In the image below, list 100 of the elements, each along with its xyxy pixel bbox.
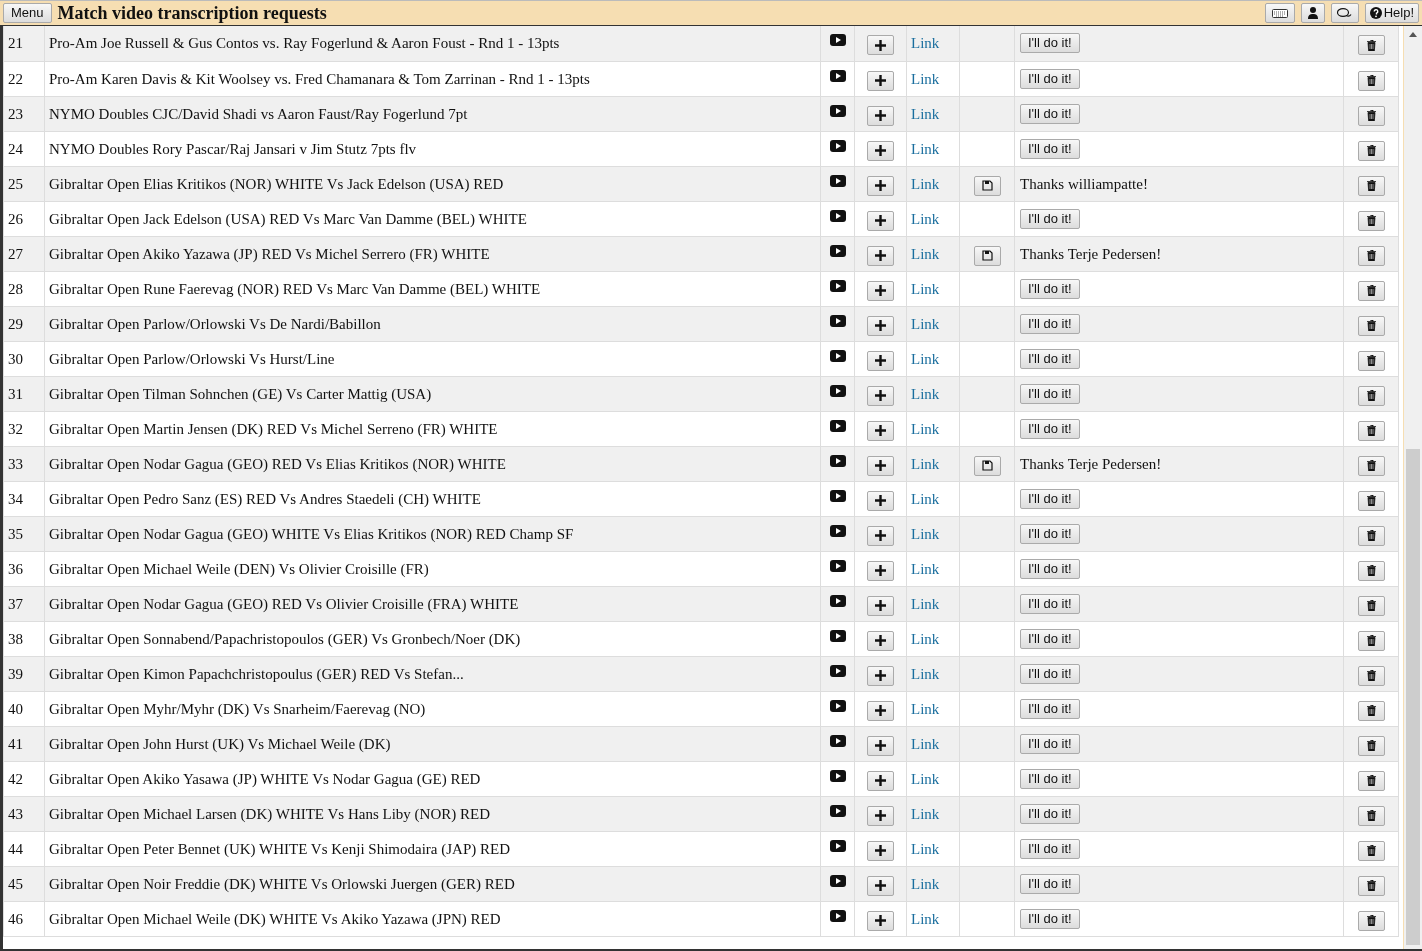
video-link[interactable]: Link bbox=[911, 455, 940, 472]
add-button[interactable] bbox=[867, 350, 894, 371]
add-button[interactable] bbox=[867, 525, 894, 546]
delete-button[interactable] bbox=[1357, 595, 1385, 616]
add-button[interactable] bbox=[867, 140, 894, 161]
user-button[interactable] bbox=[1300, 3, 1325, 23]
help-button[interactable]: Help! bbox=[1364, 3, 1419, 23]
video-link[interactable]: Link bbox=[911, 770, 940, 787]
volunteer-button[interactable]: I'll do it! bbox=[1020, 33, 1080, 53]
delete-button[interactable] bbox=[1357, 910, 1385, 931]
delete-button[interactable] bbox=[1357, 385, 1385, 406]
volunteer-button[interactable]: I'll do it! bbox=[1020, 488, 1080, 509]
add-button[interactable] bbox=[867, 770, 894, 791]
add-button[interactable] bbox=[867, 805, 894, 826]
add-button[interactable] bbox=[867, 455, 894, 476]
volunteer-button[interactable]: I'll do it! bbox=[1020, 873, 1080, 894]
volunteer-button[interactable]: I'll do it! bbox=[1020, 138, 1080, 159]
volunteer-button[interactable]: I'll do it! bbox=[1020, 208, 1080, 229]
scroll-up-arrow-icon[interactable] bbox=[1409, 32, 1417, 37]
video-link[interactable]: Link bbox=[911, 840, 940, 857]
volunteer-button[interactable]: I'll do it! bbox=[1020, 593, 1080, 614]
add-button[interactable] bbox=[867, 595, 894, 616]
add-button[interactable] bbox=[867, 175, 894, 196]
video-link[interactable]: Link bbox=[911, 210, 940, 227]
video-link[interactable]: Link bbox=[911, 105, 940, 122]
add-button[interactable] bbox=[867, 910, 894, 931]
add-button[interactable] bbox=[867, 35, 894, 55]
delete-button[interactable] bbox=[1357, 805, 1385, 826]
volunteer-button[interactable]: I'll do it! bbox=[1020, 523, 1080, 544]
delete-button[interactable] bbox=[1357, 35, 1385, 55]
scrollbar-thumb[interactable] bbox=[1406, 449, 1420, 945]
save-button[interactable] bbox=[973, 455, 1001, 476]
video-link[interactable]: Link bbox=[911, 805, 940, 822]
keyboard-button[interactable] bbox=[1264, 3, 1295, 23]
video-link[interactable]: Link bbox=[911, 420, 940, 437]
video-link[interactable]: Link bbox=[911, 175, 940, 192]
volunteer-button[interactable]: I'll do it! bbox=[1020, 348, 1080, 369]
video-link[interactable]: Link bbox=[911, 910, 940, 927]
add-button[interactable] bbox=[867, 385, 894, 406]
volunteer-button[interactable]: I'll do it! bbox=[1020, 558, 1080, 579]
video-link[interactable]: Link bbox=[911, 315, 940, 332]
delete-button[interactable] bbox=[1357, 105, 1385, 126]
volunteer-button[interactable]: I'll do it! bbox=[1020, 908, 1080, 929]
save-button[interactable] bbox=[973, 175, 1001, 196]
delete-button[interactable] bbox=[1357, 280, 1385, 301]
save-button[interactable] bbox=[973, 245, 1001, 266]
video-link[interactable]: Link bbox=[911, 35, 940, 51]
delete-button[interactable] bbox=[1357, 175, 1385, 196]
add-button[interactable] bbox=[867, 875, 894, 896]
add-button[interactable] bbox=[867, 630, 894, 651]
add-button[interactable] bbox=[867, 560, 894, 581]
add-button[interactable] bbox=[867, 70, 894, 91]
volunteer-button[interactable]: I'll do it! bbox=[1020, 383, 1080, 404]
video-link[interactable]: Link bbox=[911, 630, 940, 647]
chat-button[interactable] bbox=[1330, 3, 1359, 23]
add-button[interactable] bbox=[867, 700, 894, 721]
delete-button[interactable] bbox=[1357, 140, 1385, 161]
video-link[interactable]: Link bbox=[911, 490, 940, 507]
volunteer-button[interactable]: I'll do it! bbox=[1020, 768, 1080, 789]
video-link[interactable]: Link bbox=[911, 70, 940, 87]
volunteer-button[interactable]: I'll do it! bbox=[1020, 313, 1080, 334]
add-button[interactable] bbox=[867, 105, 894, 126]
delete-button[interactable] bbox=[1357, 525, 1385, 546]
video-link[interactable]: Link bbox=[911, 280, 940, 297]
video-link[interactable]: Link bbox=[911, 350, 940, 367]
delete-button[interactable] bbox=[1357, 875, 1385, 896]
video-link[interactable]: Link bbox=[911, 385, 940, 402]
delete-button[interactable] bbox=[1357, 630, 1385, 651]
video-link[interactable]: Link bbox=[911, 735, 940, 752]
video-link[interactable]: Link bbox=[911, 140, 940, 157]
delete-button[interactable] bbox=[1357, 700, 1385, 721]
video-link[interactable]: Link bbox=[911, 525, 940, 542]
add-button[interactable] bbox=[867, 280, 894, 301]
add-button[interactable] bbox=[867, 245, 894, 266]
volunteer-button[interactable]: I'll do it! bbox=[1020, 418, 1080, 439]
delete-button[interactable] bbox=[1357, 350, 1385, 371]
delete-button[interactable] bbox=[1357, 665, 1385, 686]
menu-button[interactable]: Menu bbox=[3, 3, 52, 23]
video-link[interactable]: Link bbox=[911, 560, 940, 577]
video-link[interactable]: Link bbox=[911, 595, 940, 612]
video-link[interactable]: Link bbox=[911, 875, 940, 892]
delete-button[interactable] bbox=[1357, 560, 1385, 581]
volunteer-button[interactable]: I'll do it! bbox=[1020, 628, 1080, 649]
add-button[interactable] bbox=[867, 490, 894, 511]
delete-button[interactable] bbox=[1357, 245, 1385, 266]
volunteer-button[interactable]: I'll do it! bbox=[1020, 663, 1080, 684]
volunteer-button[interactable]: I'll do it! bbox=[1020, 68, 1080, 89]
add-button[interactable] bbox=[867, 840, 894, 861]
video-link[interactable]: Link bbox=[911, 700, 940, 717]
volunteer-button[interactable]: I'll do it! bbox=[1020, 103, 1080, 124]
add-button[interactable] bbox=[867, 665, 894, 686]
delete-button[interactable] bbox=[1357, 70, 1385, 91]
delete-button[interactable] bbox=[1357, 735, 1385, 756]
delete-button[interactable] bbox=[1357, 490, 1385, 511]
volunteer-button[interactable]: I'll do it! bbox=[1020, 838, 1080, 859]
delete-button[interactable] bbox=[1357, 420, 1385, 441]
video-link[interactable]: Link bbox=[911, 665, 940, 682]
delete-button[interactable] bbox=[1357, 315, 1385, 336]
delete-button[interactable] bbox=[1357, 770, 1385, 791]
volunteer-button[interactable]: I'll do it! bbox=[1020, 803, 1080, 824]
